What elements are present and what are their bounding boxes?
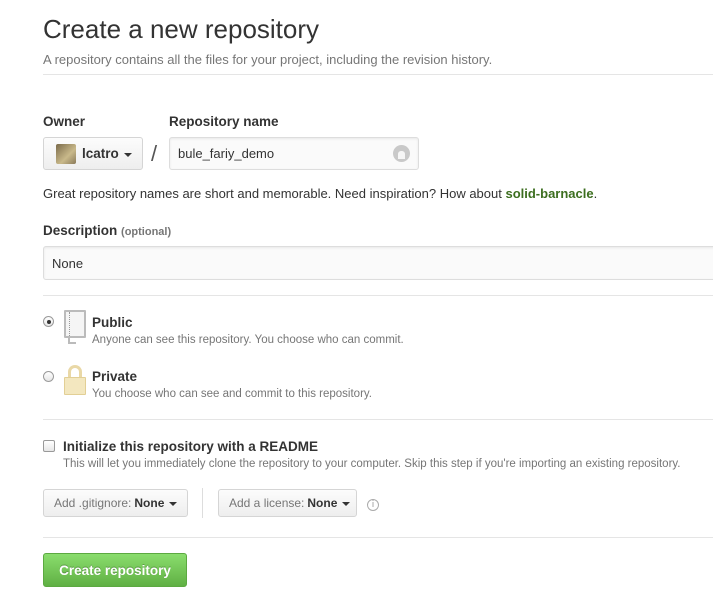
name-suggestion-link[interactable]: solid-barnacle (505, 186, 593, 201)
divider (43, 537, 713, 538)
info-icon[interactable]: i (367, 499, 379, 511)
hint-suffix: . (593, 186, 598, 201)
lock-icon (64, 365, 86, 395)
gitignore-select[interactable]: Add .gitignore: None (43, 489, 188, 517)
caret-down-icon (123, 152, 132, 157)
public-description: Anyone can see this repository. You choo… (92, 334, 404, 346)
public-radio[interactable] (43, 316, 54, 327)
name-hint: Great repository names are short and mem… (43, 186, 597, 201)
readme-description: This will let you immediately clone the … (63, 458, 681, 470)
page-subtitle: A repository contains all the files for … (43, 52, 493, 67)
gitignore-prefix: Add .gitignore: (54, 496, 132, 510)
page-title: Create a new repository (43, 14, 320, 44)
octocat-icon (393, 145, 410, 162)
divider (43, 74, 713, 75)
repo-name-label: Repository name (169, 114, 279, 129)
readme-checkbox[interactable] (43, 440, 55, 452)
private-description: You choose who can see and commit to thi… (92, 388, 372, 400)
owner-name: lcatro (82, 146, 119, 161)
license-value: None (307, 496, 338, 510)
owner-label: Owner (43, 114, 86, 129)
repository-name-input[interactable] (169, 137, 419, 170)
avatar (56, 143, 76, 164)
divider (43, 419, 713, 420)
private-title[interactable]: Private (92, 369, 137, 384)
divider (43, 295, 713, 296)
license-prefix: Add a license: (229, 496, 305, 510)
lock-body (64, 377, 86, 395)
description-input[interactable] (43, 246, 713, 280)
license-select[interactable]: Add a license: None (218, 489, 357, 517)
owner-select[interactable]: lcatro (43, 137, 143, 170)
readme-title[interactable]: Initialize this repository with a README (63, 439, 318, 454)
gitignore-value: None (134, 496, 165, 510)
description-label-text: Description (43, 223, 118, 238)
optional-hint: (optional) (121, 226, 172, 238)
private-radio[interactable] (43, 371, 54, 382)
caret-down-icon (342, 502, 351, 506)
description-label: Description (optional) (43, 223, 171, 238)
caret-down-icon (169, 502, 178, 506)
owner-repo-separator: / (151, 141, 158, 166)
repo-book-icon (64, 310, 86, 344)
select-separator (202, 488, 203, 518)
create-repository-button[interactable]: Create repository (43, 553, 187, 587)
public-title[interactable]: Public (92, 315, 133, 330)
hint-text: Great repository names are short and mem… (43, 186, 506, 201)
